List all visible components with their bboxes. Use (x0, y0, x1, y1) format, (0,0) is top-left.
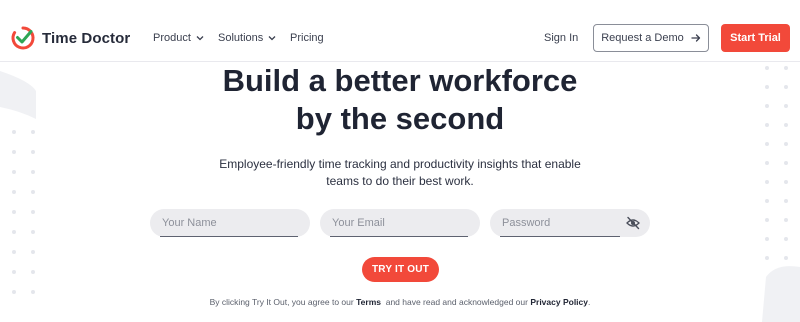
nav-solutions[interactable]: Solutions (218, 32, 276, 44)
password-input[interactable] (502, 209, 632, 237)
logo[interactable]: Time Doctor (10, 25, 130, 51)
password-field-underline (500, 236, 620, 237)
hero-subtitle: Employee-friendly time tracking and prod… (0, 156, 800, 190)
eye-off-icon[interactable] (626, 216, 640, 230)
email-field (320, 209, 480, 237)
headline-line-2: by the second (295, 101, 505, 136)
nav-product-label: Product (153, 32, 191, 44)
legal-suffix: . (588, 297, 591, 307)
email-field-underline (330, 236, 468, 237)
arrow-right-icon (691, 34, 700, 42)
left-dot-pattern (12, 130, 35, 294)
hero-headline: Build a better workforce by the second (0, 62, 800, 138)
email-input[interactable] (332, 209, 462, 237)
right-blob-decoration (762, 266, 800, 322)
name-input[interactable] (162, 209, 292, 237)
brand-name: Time Doctor (42, 29, 131, 47)
subtitle-line-1: Employee-friendly time tracking and prod… (219, 157, 581, 171)
nav-product[interactable]: Product (153, 32, 204, 44)
start-trial-button[interactable]: Start Trial (721, 24, 790, 52)
chevron-down-icon (268, 36, 276, 41)
legal-middle: and have read and acknowledged our (385, 297, 528, 307)
chevron-down-icon (196, 36, 204, 41)
request-demo-label: Request a Demo (601, 32, 684, 44)
nav-pricing-label: Pricing (290, 32, 324, 44)
nav-pricing[interactable]: Pricing (290, 32, 324, 44)
subtitle-line-2: teams to do their best work. (326, 174, 474, 188)
password-field (490, 209, 650, 237)
time-doctor-logo-icon (11, 26, 35, 50)
nav-solutions-label: Solutions (218, 32, 264, 44)
try-it-out-button[interactable]: TRY IT OUT (362, 257, 439, 282)
terms-link[interactable]: Terms (356, 297, 381, 307)
legal-notice: By clicking Try It Out, you agree to our… (0, 297, 800, 307)
request-demo-button[interactable]: Request a Demo (593, 24, 709, 52)
site-header: Time Doctor Product Solutions Pricing Si… (0, 0, 800, 62)
name-field (150, 209, 310, 237)
sign-in-link[interactable]: Sign In (544, 32, 578, 44)
legal-prefix: By clicking Try It Out, you agree to our (209, 297, 354, 307)
name-field-underline (160, 236, 298, 237)
privacy-policy-link[interactable]: Privacy Policy (530, 297, 588, 307)
headline-line-1: Build a better workforce (222, 63, 578, 98)
